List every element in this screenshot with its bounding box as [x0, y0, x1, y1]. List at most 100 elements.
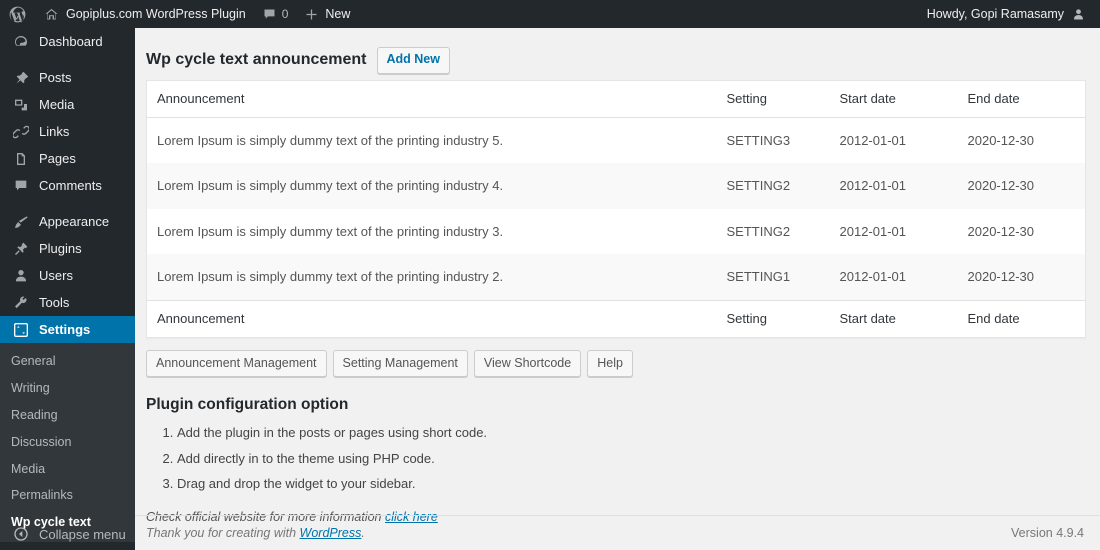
page-title: Wp cycle text announcement	[146, 50, 367, 68]
admin-bar-right: Howdy, Gopi Ramasamy	[919, 0, 1100, 28]
wordpress-link[interactable]: WordPress	[300, 526, 362, 540]
sidebar-item-users[interactable]: Users	[0, 262, 135, 289]
table-header: Announcement Setting Start date End date	[146, 80, 1086, 118]
column-header-announcement[interactable]: Announcement	[146, 80, 717, 118]
site-name-button[interactable]: Gopiplus.com WordPress Plugin	[36, 0, 254, 28]
comments-button[interactable]: 0	[254, 0, 297, 28]
sidebar-item-appearance[interactable]: Appearance	[0, 208, 135, 235]
comment-bubble-icon	[11, 176, 31, 196]
sidebar-item-label: Pages	[39, 151, 76, 166]
pin-icon	[11, 68, 31, 88]
announcements-table: Announcement Setting Start date End date…	[146, 79, 1086, 338]
sidebar-item-links[interactable]: Links	[0, 118, 135, 145]
collapse-menu-label: Collapse menu	[39, 526, 126, 542]
new-content-label: New	[325, 7, 351, 21]
cell-start-date: 2012-01-01	[839, 269, 907, 285]
config-steps-list: Add the plugin in the posts or pages usi…	[146, 423, 1084, 494]
sidebar-item-plugins[interactable]: Plugins	[0, 235, 135, 262]
submenu-item-reading[interactable]: Reading	[0, 402, 135, 429]
footer-header-setting[interactable]: Setting	[716, 299, 830, 338]
cell-start-date: 2012-01-01	[839, 132, 907, 148]
plugin-configuration-section: Plugin configuration option Add the plug…	[146, 377, 1084, 524]
link-icon	[11, 122, 31, 142]
cell-start-date: 2012-01-01	[839, 223, 907, 239]
sidebar-item-label: Media	[39, 97, 75, 112]
footer-header-end-date[interactable]: End date	[957, 299, 1086, 338]
table-row[interactable]: Lorem Ipsum is simply dummy text of the …	[146, 208, 1086, 255]
sidebar-item-media[interactable]: Media	[0, 91, 135, 118]
footer-thanks: Thank you for creating with WordPress.	[146, 526, 365, 540]
submenu-item-discussion[interactable]: Discussion	[0, 429, 135, 456]
user-icon	[11, 266, 31, 286]
menu-separator	[0, 199, 135, 208]
version-label: Version 4.9.4	[1011, 526, 1084, 540]
column-header-end-date[interactable]: End date	[957, 80, 1086, 118]
config-step: Add directly in to the theme using PHP c…	[177, 449, 1084, 469]
footer-header-announcement[interactable]: Announcement	[146, 299, 717, 338]
sidebar-item-tools[interactable]: Tools	[0, 289, 135, 316]
cell-end-date: 2020-12-30	[967, 269, 1035, 285]
paintbrush-icon	[11, 212, 31, 232]
sidebar-item-posts[interactable]: Posts	[0, 64, 135, 91]
help-button[interactable]: Help	[587, 349, 633, 377]
sidebar-item-comments[interactable]: Comments	[0, 172, 135, 199]
sidebar-item-label: Settings	[39, 322, 91, 337]
cell-end-date: 2020-12-30	[967, 178, 1035, 194]
user-avatar-icon	[1071, 7, 1086, 22]
cell-announcement: Lorem Ipsum is simply dummy text of the …	[157, 269, 504, 285]
howdy-label: Howdy, Gopi Ramasamy	[926, 7, 1064, 21]
footer-header-start-date[interactable]: Start date	[829, 299, 958, 338]
config-step: Add the plugin in the posts or pages usi…	[177, 423, 1084, 443]
wrench-icon	[11, 293, 31, 313]
add-new-button[interactable]: Add New	[376, 47, 450, 74]
table-body: Lorem Ipsum is simply dummy text of the …	[146, 117, 1086, 301]
media-icon	[11, 95, 31, 115]
admin-footer: Thank you for creating with WordPress. V…	[135, 515, 1100, 550]
footer-thanks-prefix: Thank you for creating with	[146, 526, 300, 540]
table-row[interactable]: Lorem Ipsum is simply dummy text of the …	[146, 163, 1086, 209]
pages-icon	[11, 149, 31, 169]
dashboard-icon	[11, 32, 31, 52]
plus-icon	[304, 7, 319, 22]
sidebar-item-label: Dashboard	[39, 34, 103, 49]
new-content-button[interactable]: New	[296, 0, 358, 28]
cell-announcement: Lorem Ipsum is simply dummy text of the …	[157, 223, 504, 239]
admin-sidebar-menu: Dashboard Posts Media Links Pages Commen…	[0, 28, 143, 550]
footer-thanks-suffix: .	[361, 526, 365, 540]
home-icon	[44, 7, 59, 22]
config-section-title: Plugin configuration option	[146, 396, 349, 413]
table-footer: Announcement Setting Start date End date	[146, 299, 1086, 338]
table-row[interactable]: Lorem Ipsum is simply dummy text of the …	[146, 254, 1086, 301]
submenu-item-general[interactable]: General	[0, 348, 135, 375]
announcement-management-button[interactable]: Announcement Management	[146, 349, 327, 377]
cell-setting: SETTING1	[726, 269, 791, 285]
submenu-item-permalinks[interactable]: Permalinks	[0, 482, 135, 509]
collapse-menu-button[interactable]: Collapse menu	[0, 518, 135, 550]
wordpress-logo-button[interactable]	[0, 0, 36, 28]
page-header: Wp cycle text announcement Add New	[146, 38, 1084, 80]
sidebar-item-label: Tools	[39, 295, 70, 310]
config-step: Drag and drop the widget to your sidebar…	[177, 474, 1084, 494]
view-shortcode-button[interactable]: View Shortcode	[473, 349, 582, 377]
cell-setting: SETTING3	[726, 132, 791, 148]
cell-end-date: 2020-12-30	[967, 223, 1035, 239]
table-footer-row: Announcement Setting Start date End date	[146, 299, 1086, 338]
submenu-item-media[interactable]: Media	[0, 456, 135, 483]
settings-sliders-icon	[11, 320, 31, 340]
sidebar-item-pages[interactable]: Pages	[0, 145, 135, 172]
cell-announcement: Lorem Ipsum is simply dummy text of the …	[157, 132, 504, 148]
setting-management-button[interactable]: Setting Management	[332, 349, 468, 377]
main-content-area: Wp cycle text announcement Add New Annou…	[135, 28, 1100, 550]
sidebar-item-dashboard[interactable]: Dashboard	[0, 28, 135, 55]
submenu-item-writing[interactable]: Writing	[0, 375, 135, 402]
my-account-button[interactable]: Howdy, Gopi Ramasamy	[919, 0, 1094, 28]
sidebar-item-settings[interactable]: Settings	[0, 316, 143, 343]
sidebar-item-label: Appearance	[39, 214, 110, 229]
sidebar-item-label: Links	[39, 124, 70, 139]
column-header-setting[interactable]: Setting	[716, 80, 830, 118]
cell-announcement: Lorem Ipsum is simply dummy text of the …	[157, 178, 504, 194]
table-row[interactable]: Lorem Ipsum is simply dummy text of the …	[146, 117, 1086, 164]
column-header-start-date[interactable]: Start date	[829, 80, 958, 118]
admin-bar: Gopiplus.com WordPress Plugin 0 New Howd…	[0, 0, 1100, 28]
cell-end-date: 2020-12-30	[967, 132, 1035, 148]
